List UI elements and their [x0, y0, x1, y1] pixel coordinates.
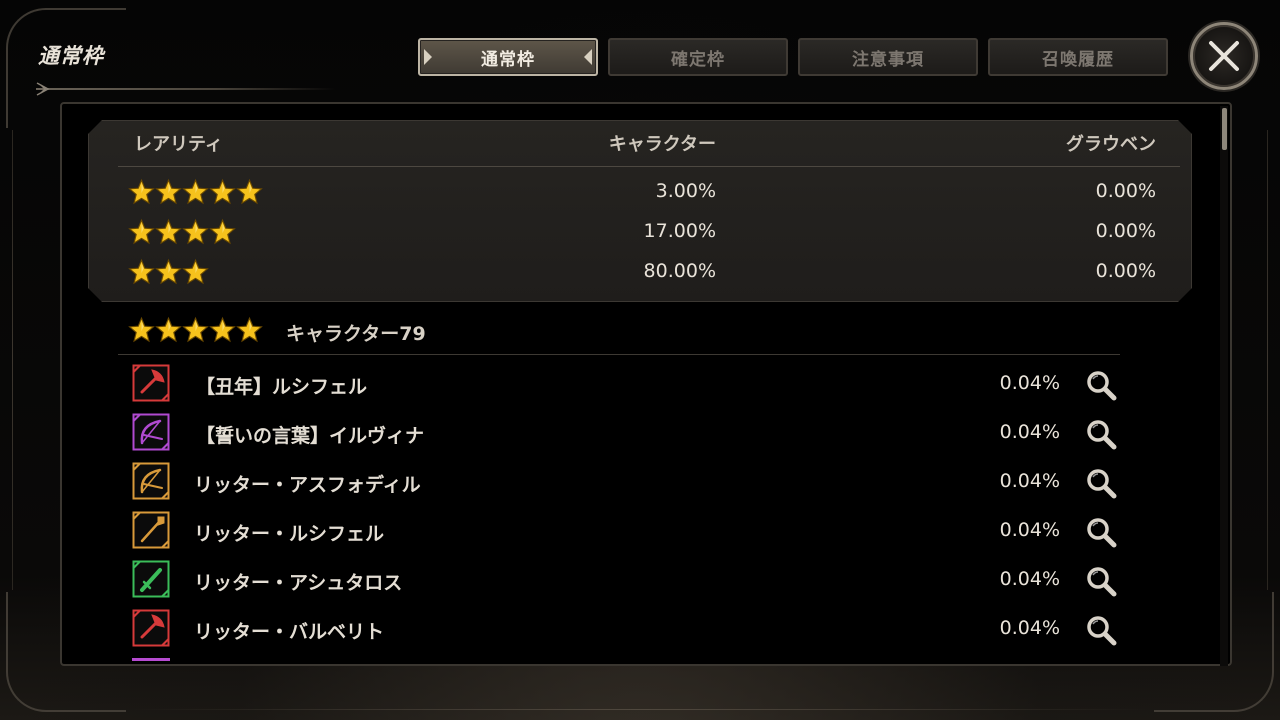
- star-icon: [209, 316, 236, 343]
- star-icon: [236, 178, 263, 205]
- graupen-rate: 0.00%: [1095, 260, 1156, 282]
- section-title: キャラクター79: [286, 323, 426, 345]
- star-rating: [128, 218, 236, 246]
- star-icon: [128, 218, 155, 245]
- rate-row-5star: 3.00% 0.00%: [0, 178, 1280, 208]
- tab-history[interactable]: 召喚履歴: [988, 38, 1168, 76]
- character-rate: 80.00%: [643, 260, 716, 282]
- star-icon: [182, 258, 209, 285]
- close-button[interactable]: [1190, 22, 1258, 90]
- tab-label: 注意事項: [852, 49, 924, 70]
- star-icon: [155, 258, 182, 285]
- graupen-rate: 0.00%: [1095, 220, 1156, 242]
- sword-icon: [132, 560, 170, 598]
- tab-label: 召喚履歴: [1042, 49, 1114, 70]
- character-rate: 0.04%: [999, 617, 1060, 639]
- star-icon: [209, 218, 236, 245]
- magnifier-icon[interactable]: [1084, 368, 1118, 402]
- star-rating: [128, 178, 263, 206]
- character-rate: 3.00%: [655, 180, 716, 202]
- tab-label: 確定枠: [671, 49, 725, 70]
- character-row[interactable]: リッター・ルシフェル 0.04%: [0, 511, 1280, 555]
- star-icon: [128, 178, 155, 205]
- section-header: キャラクター79: [0, 316, 1280, 348]
- character-row[interactable]: 【誓いの言葉】イルヴィナ 0.04%: [0, 413, 1280, 457]
- character-rate: 0.04%: [999, 519, 1060, 541]
- star-rating: [128, 258, 209, 286]
- partial-class-icon: [132, 658, 170, 661]
- star-rating: [128, 316, 263, 344]
- star-icon: [182, 218, 209, 245]
- bow-icon: [132, 462, 170, 500]
- character-name: リッター・バルベリト: [194, 621, 385, 643]
- star-icon: [155, 218, 182, 245]
- page-title: 通常枠: [38, 43, 104, 68]
- title-underline: [36, 88, 336, 90]
- star-icon: [155, 316, 182, 343]
- character-rate: 0.04%: [999, 568, 1060, 590]
- tab-label: 通常枠: [481, 49, 535, 70]
- tab-arrow-right-icon: [584, 49, 592, 65]
- star-icon: [236, 316, 263, 343]
- character-rate: 0.04%: [999, 372, 1060, 394]
- character-name: リッター・ルシフェル: [194, 523, 385, 545]
- character-rate: 0.04%: [999, 421, 1060, 443]
- close-x-icon: [1209, 41, 1239, 71]
- star-icon: [155, 178, 182, 205]
- title-ornament-icon: [36, 82, 50, 96]
- table-divider: [118, 166, 1180, 167]
- star-icon: [209, 178, 236, 205]
- tab-normal[interactable]: 通常枠: [418, 38, 598, 76]
- tab-guaranteed[interactable]: 確定枠: [608, 38, 788, 76]
- scrollbar-thumb[interactable]: [1222, 108, 1227, 150]
- character-row[interactable]: リッター・バルベリト 0.04%: [0, 609, 1280, 653]
- axe-icon: [132, 364, 170, 402]
- tab-bar: 通常枠 確定枠 注意事項 召喚履歴: [418, 38, 1168, 76]
- axe-icon: [132, 609, 170, 647]
- star-icon: [182, 316, 209, 343]
- tab-arrow-left-icon: [424, 49, 432, 65]
- star-icon: [128, 316, 155, 343]
- tab-notes[interactable]: 注意事項: [798, 38, 978, 76]
- character-row[interactable]: リッター・アスフォディル 0.04%: [0, 462, 1280, 506]
- section-divider: [118, 354, 1120, 355]
- bow-icon: [132, 413, 170, 451]
- character-row[interactable]: 【丑年】ルシフェル 0.04%: [0, 364, 1280, 408]
- character-name: 【誓いの言葉】イルヴィナ: [196, 425, 425, 447]
- character-rate: 17.00%: [643, 220, 716, 242]
- character-name: リッター・アシュタロス: [194, 572, 403, 594]
- character-row[interactable]: リッター・アシュタロス 0.04%: [0, 560, 1280, 604]
- header-rarity: レアリティ: [134, 134, 223, 155]
- magnifier-icon[interactable]: [1084, 564, 1118, 598]
- magnifier-icon[interactable]: [1084, 417, 1118, 451]
- rate-row-4star: 17.00% 0.00%: [0, 218, 1280, 248]
- magnifier-icon[interactable]: [1084, 466, 1118, 500]
- header-graupen: グラウベン: [1066, 134, 1156, 155]
- character-rate: 0.04%: [999, 470, 1060, 492]
- header-character: キャラクター: [608, 134, 716, 155]
- character-name: 【丑年】ルシフェル: [196, 376, 368, 398]
- star-icon: [182, 178, 209, 205]
- graupen-rate: 0.00%: [1095, 180, 1156, 202]
- star-icon: [128, 258, 155, 285]
- rate-row-3star: 80.00% 0.00%: [0, 258, 1280, 288]
- character-name: リッター・アスフォディル: [194, 474, 421, 496]
- spear-icon: [132, 511, 170, 549]
- magnifier-icon[interactable]: [1084, 613, 1118, 647]
- magnifier-icon[interactable]: [1084, 515, 1118, 549]
- frame-border: [130, 709, 1150, 710]
